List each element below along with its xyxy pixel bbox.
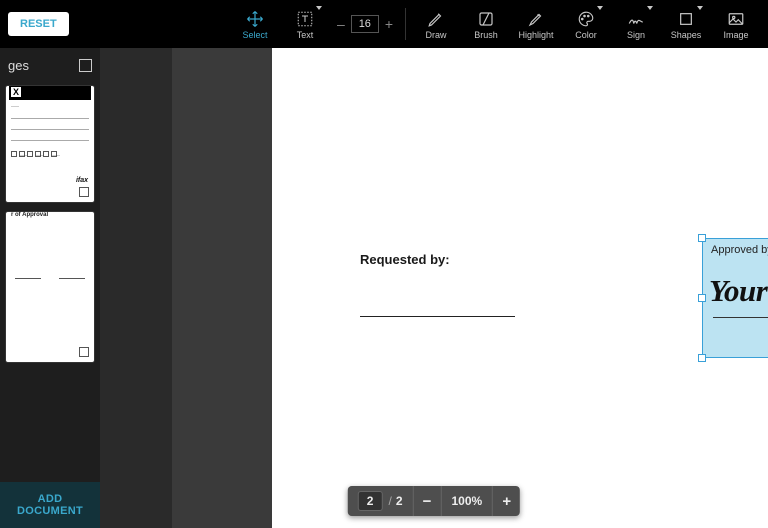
tool-color[interactable]: Color [562,2,610,46]
page-navigator: 2 / 2 − 100% + [348,486,520,516]
square-icon [676,9,696,29]
thumb-checkbox[interactable] [79,347,89,357]
add-document-button[interactable]: ADD DOCUMENT [0,482,100,528]
tool-brush[interactable]: Brush [462,2,510,46]
current-page[interactable]: 2 [358,491,383,511]
tool-label: Select [243,30,268,40]
total-pages: 2 [396,494,403,508]
tool-image[interactable]: Image [712,2,760,46]
resize-handle-tl[interactable] [698,234,706,242]
font-size-value[interactable]: 16 [351,15,379,33]
sidebar-title: ges [8,58,29,73]
tool-highlight[interactable]: Highlight [512,2,560,46]
canvas-gutter [100,48,172,528]
tool-shapes[interactable]: Shapes [662,2,710,46]
page-slash: / [388,494,391,508]
tool-label: Brush [474,30,498,40]
tool-label: Highlight [518,30,553,40]
image-icon [726,9,746,29]
signature-underline [713,317,768,318]
tool-label: Color [575,30,597,40]
reset-button[interactable]: RESET [8,12,69,36]
select-all-checkbox[interactable] [79,59,92,72]
tool-text[interactable]: Text [281,2,329,46]
zoom-in-button[interactable]: + [492,486,520,516]
tool-select[interactable]: Select [231,2,279,46]
tool-sign[interactable]: Sign [612,2,660,46]
thumb-checkbox[interactable] [79,187,89,197]
thumbnails: —— —————— ifax r of Approval [0,83,100,482]
pages-sidebar: ges —— —————— ifax r of Approval ADD DOC… [0,48,100,528]
page-thumb-1[interactable]: —— —————— ifax [6,86,94,202]
zoom-out-button[interactable]: − [413,486,441,516]
highlighter-icon [526,9,546,29]
tool-label: Shapes [671,30,702,40]
resize-handle-ml[interactable] [698,294,706,302]
text-icon [295,9,315,29]
ifax-logo: ifax [76,177,88,184]
move-icon [245,9,265,29]
signature-icon [626,9,646,29]
font-size-increase[interactable]: + [385,16,393,32]
tool-draw[interactable]: Draw [412,2,460,46]
tool-label: Image [723,30,748,40]
thumb2-title: r of Approval [11,212,89,218]
pencil-icon [426,9,446,29]
palette-icon [576,9,596,29]
document-page[interactable]: Requested by: Approved by: Your Signatur… [272,48,768,528]
page-indicator: 2 / 2 [348,486,413,516]
signature-text: Your Signature [709,273,768,309]
tool-label: Sign [627,30,645,40]
font-size-control: – 16 + [331,15,399,33]
requested-by-line [360,316,515,317]
font-size-decrease[interactable]: – [337,16,345,32]
brush-icon [476,9,496,29]
zoom-value: 100% [441,486,493,516]
approved-by-label: Approved by: [711,244,768,256]
tool-label: Text [297,30,314,40]
page-thumb-2[interactable]: r of Approval [6,212,94,362]
top-toolbar: RESET Select Text – 16 + Draw Brush High… [0,0,768,48]
signature-box[interactable]: Approved by: Your Signature [702,238,768,358]
canvas-area: Requested by: Approved by: Your Signatur… [100,48,768,528]
requested-by-label: Requested by: [360,252,450,267]
resize-handle-bl[interactable] [698,354,706,362]
tool-label: Draw [425,30,446,40]
sidebar-header: ges [0,48,100,83]
divider [405,8,406,40]
